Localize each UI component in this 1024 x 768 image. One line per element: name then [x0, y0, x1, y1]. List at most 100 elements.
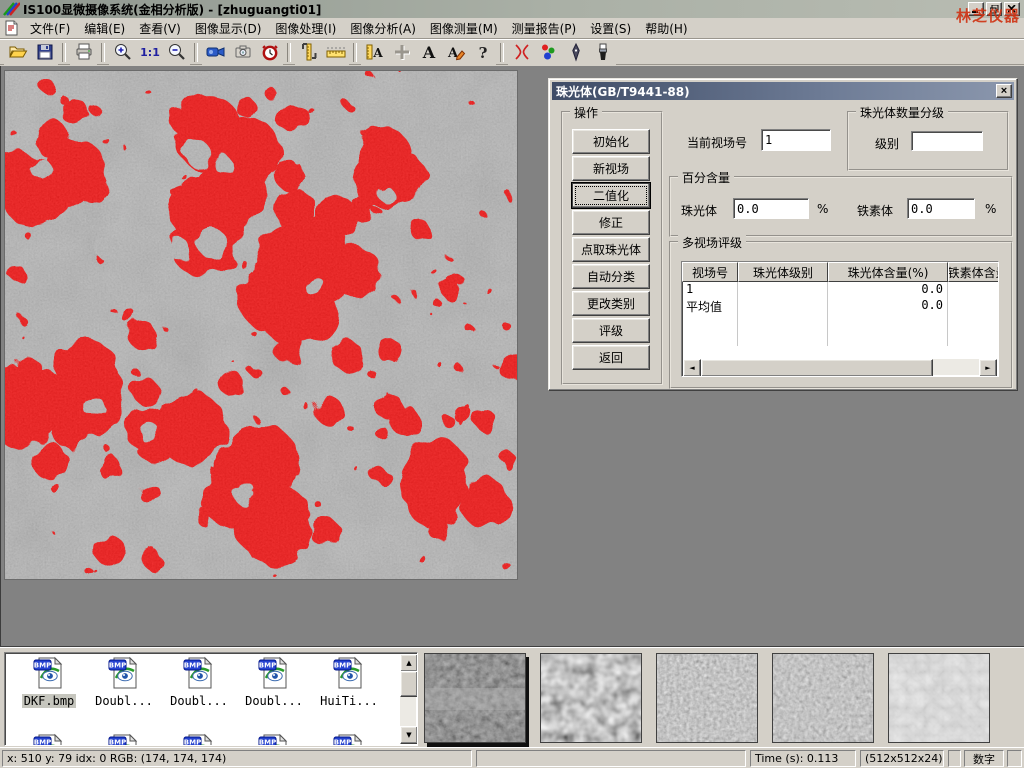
menu-measure-report[interactable]: 测量报告(P): [505, 18, 584, 39]
col-field-no[interactable]: 视场号: [682, 262, 738, 282]
level-input[interactable]: [911, 131, 983, 151]
picker-pen-icon[interactable]: [562, 40, 589, 65]
thumbnail-3[interactable]: [656, 653, 758, 743]
file-name[interactable]: Doubl...: [168, 694, 230, 708]
caliper-icon[interactable]: [295, 40, 322, 65]
file-item[interactable]: BMP: [238, 733, 310, 746]
timer-clock-icon[interactable]: [256, 40, 283, 65]
menu-image-measure[interactable]: 图像测量(M): [423, 18, 505, 39]
bmp-file-icon: BMP: [332, 656, 366, 690]
col-pearlite-content[interactable]: 珠光体含量(%): [828, 262, 948, 282]
actual-size-icon[interactable]: 1:1: [136, 40, 163, 65]
binarize-button[interactable]: 二值化: [572, 183, 650, 208]
ruler-icon[interactable]: [322, 40, 349, 65]
menu-view[interactable]: 查看(V): [132, 18, 188, 39]
file-item[interactable]: BMP HuiTi...: [313, 656, 385, 708]
pick-pearlite-button[interactable]: 点取珠光体: [572, 237, 650, 262]
col-ferrite-content[interactable]: 铁素体含量(%): [948, 262, 999, 282]
table-horizontal-scrollbar[interactable]: ◄ ►: [683, 359, 997, 375]
bmp-file-icon: BMP: [32, 733, 66, 746]
table-row[interactable]: 1 0.0: [682, 282, 998, 298]
file-item[interactable]: BMP: [313, 733, 385, 746]
rate-button[interactable]: 评级: [572, 318, 650, 343]
file-item[interactable]: BMPDKF.bmp: [13, 656, 85, 708]
text-label-icon[interactable]: A: [415, 40, 442, 65]
open-file-icon[interactable]: [4, 40, 31, 65]
ferrite-input[interactable]: [907, 198, 975, 219]
file-name[interactable]: HuiTi...: [318, 694, 380, 708]
scroll-left-icon[interactable]: ◄: [683, 359, 701, 377]
save-icon[interactable]: [31, 40, 58, 65]
cell-level: [738, 298, 828, 314]
table-row-empty: [682, 330, 998, 346]
menu-image-analysis[interactable]: 图像分析(A): [343, 18, 423, 39]
svg-text:BMP: BMP: [109, 739, 126, 747]
col-pearlite-level[interactable]: 珠光体级别: [738, 262, 828, 282]
paint-brush-icon[interactable]: [589, 40, 616, 65]
toolbar-separator: [62, 43, 66, 62]
file-name[interactable]: Doubl...: [243, 694, 305, 708]
zoom-out-icon[interactable]: [163, 40, 190, 65]
auto-classify-button[interactable]: 自动分类: [572, 264, 650, 289]
file-item[interactable]: BMP: [13, 733, 85, 746]
annotate-text-icon[interactable]: A: [442, 40, 469, 65]
scrollbar-thumb[interactable]: [400, 671, 418, 697]
svg-text:BMP: BMP: [184, 662, 201, 670]
file-item[interactable]: BMP Doubl...: [163, 656, 235, 708]
thumbnail-2[interactable]: [540, 653, 642, 743]
help-icon[interactable]: ?: [469, 40, 496, 65]
table-row[interactable]: 平均值 0.0: [682, 298, 998, 314]
correct-button[interactable]: 修正: [572, 210, 650, 235]
dialog-close-button[interactable]: ×: [996, 84, 1012, 98]
menu-settings[interactable]: 设置(S): [583, 18, 638, 39]
menu-edit[interactable]: 编辑(E): [77, 18, 132, 39]
video-camera-icon[interactable]: [202, 40, 229, 65]
cell-ferrite: [948, 298, 999, 314]
print-icon[interactable]: [70, 40, 97, 65]
scroll-right-icon[interactable]: ►: [979, 359, 997, 377]
metallographic-image-canvas[interactable]: [4, 70, 518, 580]
zoom-in-icon[interactable]: [109, 40, 136, 65]
thumbnail-4[interactable]: [772, 653, 874, 743]
current-field-input[interactable]: [761, 129, 831, 151]
curve-tool-icon[interactable]: [508, 40, 535, 65]
file-name[interactable]: DKF.bmp: [22, 694, 77, 708]
menu-file[interactable]: 文件(F): [23, 18, 77, 39]
rating-table[interactable]: 视场号 珠光体级别 珠光体含量(%) 铁素体含量(%) 1 0.0 平均值 0.…: [681, 261, 999, 377]
menu-image-processing[interactable]: 图像处理(I): [268, 18, 343, 39]
init-button[interactable]: 初始化: [572, 129, 650, 154]
pearlite-dialog: 珠光体(GB/T9441-88) × 操作 初始化 新视场 二值化 修正 点取珠…: [548, 78, 1018, 391]
cell-pearlite: 0.0: [828, 282, 948, 298]
new-field-button[interactable]: 新视场: [572, 156, 650, 181]
pearlite-input[interactable]: [733, 198, 809, 219]
thumbnail-1[interactable]: [424, 653, 526, 743]
classify-points-icon[interactable]: [535, 40, 562, 65]
file-browser[interactable]: BMPDKF.bmp BMPDoubl... BMPDoubl... BMPDo…: [4, 652, 418, 746]
svg-text:BMP: BMP: [334, 662, 351, 670]
grid-tool-icon[interactable]: [388, 40, 415, 65]
menu-help[interactable]: 帮助(H): [638, 18, 694, 39]
cell-field-no: 平均值: [682, 298, 738, 314]
scrollbar-thumb[interactable]: [701, 359, 933, 377]
file-item[interactable]: BMP: [88, 733, 160, 746]
return-button[interactable]: 返回: [572, 345, 650, 370]
document-system-icon[interactable]: [3, 20, 21, 36]
thumbnail-5[interactable]: [888, 653, 990, 743]
file-item[interactable]: BMPDoubl...: [238, 656, 310, 708]
vendor-watermark: 林芝仪器: [956, 5, 1020, 26]
scroll-down-icon[interactable]: ▼: [400, 726, 418, 744]
capture-camera-icon[interactable]: [229, 40, 256, 65]
scroll-up-icon[interactable]: ▲: [400, 654, 418, 672]
window-title: IS100显微摄像系统(金相分析版) - [zhuguangti01]: [23, 1, 321, 18]
file-list-scrollbar[interactable]: ▲ ▼: [400, 654, 416, 744]
measure-text-icon[interactable]: A: [361, 40, 388, 65]
image-size-status: (512x512x24): [860, 750, 944, 767]
dialog-title-bar[interactable]: 珠光体(GB/T9441-88): [552, 82, 1014, 100]
file-item[interactable]: BMP: [163, 733, 235, 746]
ferrite-label: 铁素体: [857, 202, 893, 219]
menu-image-display[interactable]: 图像显示(D): [188, 18, 269, 39]
table-header-row: 视场号 珠光体级别 珠光体含量(%) 铁素体含量(%): [682, 262, 998, 282]
file-name[interactable]: Doubl...: [93, 694, 155, 708]
file-item[interactable]: BMPDoubl...: [88, 656, 160, 708]
change-class-button[interactable]: 更改类别: [572, 291, 650, 316]
